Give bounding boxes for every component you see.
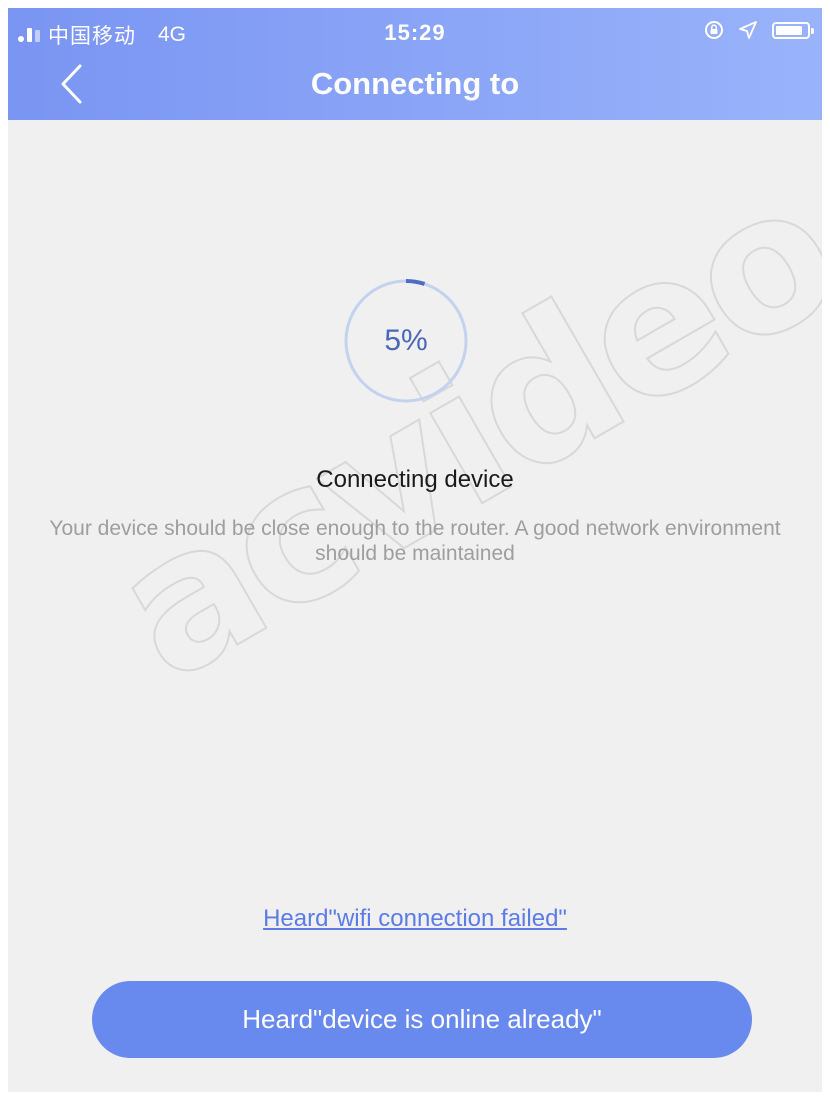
device-online-button[interactable]: Heard"device is online already" [92,981,752,1058]
battery-fill [776,25,802,35]
battery-icon [772,21,814,39]
page-title: Connecting to [310,66,520,101]
header: 中国移动 4G 15:29 Connecting to [8,8,822,120]
orientation-lock-icon [705,21,723,39]
status-time: 15:29 [384,20,446,45]
status-bar: 中国移动 4G 15:29 [8,8,822,54]
location-arrow-icon [739,21,757,39]
connecting-status-title: Connecting device [316,466,514,493]
progress-percent: 5% [384,324,428,357]
top-border [0,0,830,8]
progress-ring: 5% [340,275,472,407]
wifi-failed-link[interactable]: Heard"wifi connection failed" [8,905,822,933]
app-screen: 中国移动 4G 15:29 Connecting to acvideo.ru 5… [8,8,822,1092]
status-right [704,20,814,40]
proximity-hint: Your device should be close enough to th… [49,517,781,565]
